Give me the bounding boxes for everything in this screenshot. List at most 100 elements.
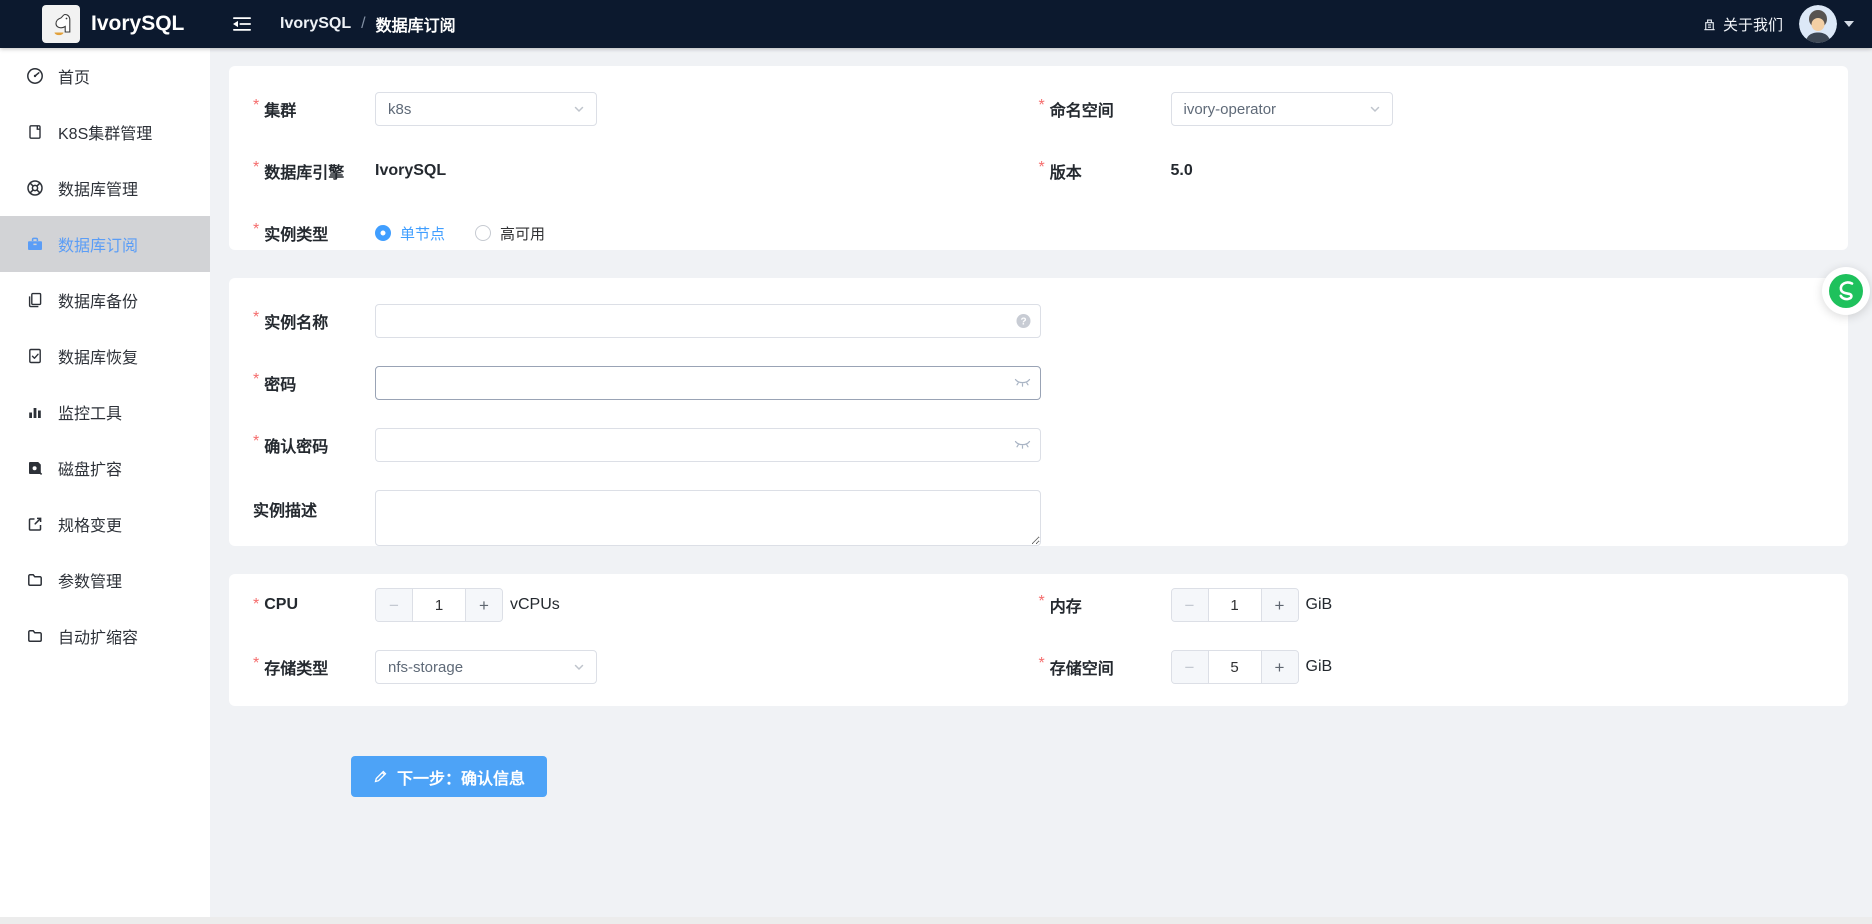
storage-size-input[interactable]	[1208, 651, 1262, 683]
cluster-select[interactable]: k8s	[375, 92, 597, 126]
next-step-button-label: 下一步：确认信息	[397, 765, 525, 789]
sidebar-item-spec-change[interactable]: 规格变更	[0, 496, 210, 552]
support-widget[interactable]	[1822, 267, 1870, 315]
breadcrumb: IvorySQL / 数据库订阅	[280, 12, 456, 36]
question-circle-icon: ?	[1016, 314, 1031, 329]
password-input[interactable]	[375, 366, 1041, 400]
radio-checked-icon	[375, 225, 391, 241]
radio-unchecked-icon	[475, 225, 491, 241]
instance-name-input[interactable]	[375, 304, 1041, 338]
required-mark: *	[253, 433, 259, 451]
namespace-label: *命名空间	[1039, 97, 1171, 121]
sidebar-item-database-subscription[interactable]: 数据库订阅	[0, 216, 210, 272]
sidebar-item-home[interactable]: 首页	[0, 48, 210, 104]
password-label: *密码	[253, 371, 375, 395]
memory-unit: GiB	[1306, 596, 1333, 614]
svg-text:?: ?	[1020, 316, 1026, 327]
required-mark: *	[1039, 97, 1045, 115]
radio-single-node-label: 单节点	[400, 223, 445, 244]
sidebar-item-database-restore[interactable]: 数据库恢复	[0, 328, 210, 384]
confirm-password-label: *确认密码	[253, 433, 375, 457]
breadcrumb-separator: /	[361, 15, 365, 33]
document-check-icon	[26, 347, 44, 365]
radio-high-availability-label: 高可用	[500, 223, 545, 244]
storage-type-select[interactable]: nfs-storage	[375, 650, 597, 684]
radio-high-availability[interactable]: 高可用	[475, 223, 545, 244]
chevron-down-icon	[1368, 102, 1382, 116]
main-content: *集群 k8s *命名空间 ivory-operator *数据库引擎 Ivor…	[210, 48, 1872, 924]
required-mark: *	[1039, 159, 1045, 177]
description-label: 实例描述	[253, 497, 375, 521]
cluster-label: *集群	[253, 97, 375, 121]
breadcrumb-root[interactable]: IvorySQL	[280, 15, 351, 33]
cluster-info-card: *集群 k8s *命名空间 ivory-operator *数据库引擎 Ivor…	[229, 66, 1848, 250]
sidebar-item-label: 数据库管理	[58, 176, 138, 200]
sidebar-item-label: 磁盘扩容	[58, 456, 122, 480]
folder-icon	[26, 571, 44, 589]
sidebar-item-label: 首页	[58, 64, 90, 88]
engine-value: IvorySQL	[375, 162, 446, 180]
storage-size-decrease-button[interactable]: −	[1172, 651, 1208, 683]
user-menu[interactable]	[1799, 5, 1854, 43]
cpu-stepper: − +	[375, 588, 503, 622]
lifebuoy-icon	[26, 179, 44, 197]
description-textarea[interactable]	[375, 490, 1041, 546]
header-right: 关于我们	[1702, 5, 1872, 43]
memory-increase-button[interactable]: +	[1262, 589, 1298, 621]
namespace-select[interactable]: ivory-operator	[1171, 92, 1393, 126]
sidebar-item-parameter-management[interactable]: 参数管理	[0, 552, 210, 608]
sidebar-item-k8s-cluster[interactable]: K8S集群管理	[0, 104, 210, 160]
version-label: *版本	[1039, 159, 1171, 183]
radio-single-node[interactable]: 单节点	[375, 223, 445, 244]
chevron-down-icon[interactable]	[1844, 21, 1854, 27]
edit-icon	[373, 769, 388, 784]
namespace-select-value: ivory-operator	[1184, 101, 1277, 118]
sidebar-item-label: 参数管理	[58, 568, 122, 592]
sidebar-item-database-backup[interactable]: 数据库备份	[0, 272, 210, 328]
required-mark: *	[253, 309, 259, 327]
instance-name-label: *实例名称	[253, 309, 375, 333]
sidebar-item-label: 自动扩缩容	[58, 624, 138, 648]
memory-input[interactable]	[1208, 589, 1262, 621]
external-link-icon	[26, 515, 44, 533]
instance-type-label: *实例类型	[253, 221, 375, 245]
elephant-logo-icon	[46, 9, 76, 39]
sidebar-item-database-management[interactable]: 数据库管理	[0, 160, 210, 216]
eye-closed-icon[interactable]	[1014, 439, 1031, 452]
avatar[interactable]	[1799, 5, 1837, 43]
about-us-label: 关于我们	[1723, 14, 1783, 35]
sidebar-collapse-button[interactable]	[228, 11, 256, 37]
green-swirl-icon	[1828, 273, 1864, 309]
memory-stepper: − +	[1171, 588, 1299, 622]
chevron-down-icon	[572, 660, 586, 674]
storage-size-stepper: − +	[1171, 650, 1299, 684]
eye-closed-icon[interactable]	[1014, 377, 1031, 390]
cpu-unit: vCPUs	[510, 596, 560, 614]
memory-decrease-button[interactable]: −	[1172, 589, 1208, 621]
storage-type-select-value: nfs-storage	[388, 659, 463, 676]
required-mark: *	[253, 371, 259, 389]
copy-icon	[26, 291, 44, 309]
storage-size-label: *存储空间	[1039, 655, 1171, 679]
sidebar-item-autoscaling[interactable]: 自动扩缩容	[0, 608, 210, 664]
sidebar-item-label: 数据库恢复	[58, 344, 138, 368]
cpu-decrease-button[interactable]: −	[376, 589, 412, 621]
storage-type-label: *存储类型	[253, 655, 375, 679]
horizontal-scrollbar[interactable]	[0, 917, 1872, 924]
disk-icon	[26, 459, 44, 477]
sidebar-item-monitoring-tools[interactable]: 监控工具	[0, 384, 210, 440]
ivorysql-logo-icon	[42, 5, 80, 43]
confirm-password-input[interactable]	[375, 428, 1041, 462]
about-us-link[interactable]: 关于我们	[1702, 14, 1783, 35]
next-step-button[interactable]: 下一步：确认信息	[351, 756, 547, 797]
building-icon	[1702, 17, 1717, 32]
cpu-increase-button[interactable]: +	[466, 589, 502, 621]
version-value: 5.0	[1171, 162, 1193, 180]
memory-label: *内存	[1039, 593, 1171, 617]
sidebar-item-disk-expansion[interactable]: 磁盘扩容	[0, 440, 210, 496]
cpu-input[interactable]	[412, 589, 466, 621]
sidebar-item-label: 数据库备份	[58, 288, 138, 312]
storage-size-increase-button[interactable]: +	[1262, 651, 1298, 683]
brand: IvorySQL	[0, 5, 210, 43]
storage-size-unit: GiB	[1306, 658, 1333, 676]
